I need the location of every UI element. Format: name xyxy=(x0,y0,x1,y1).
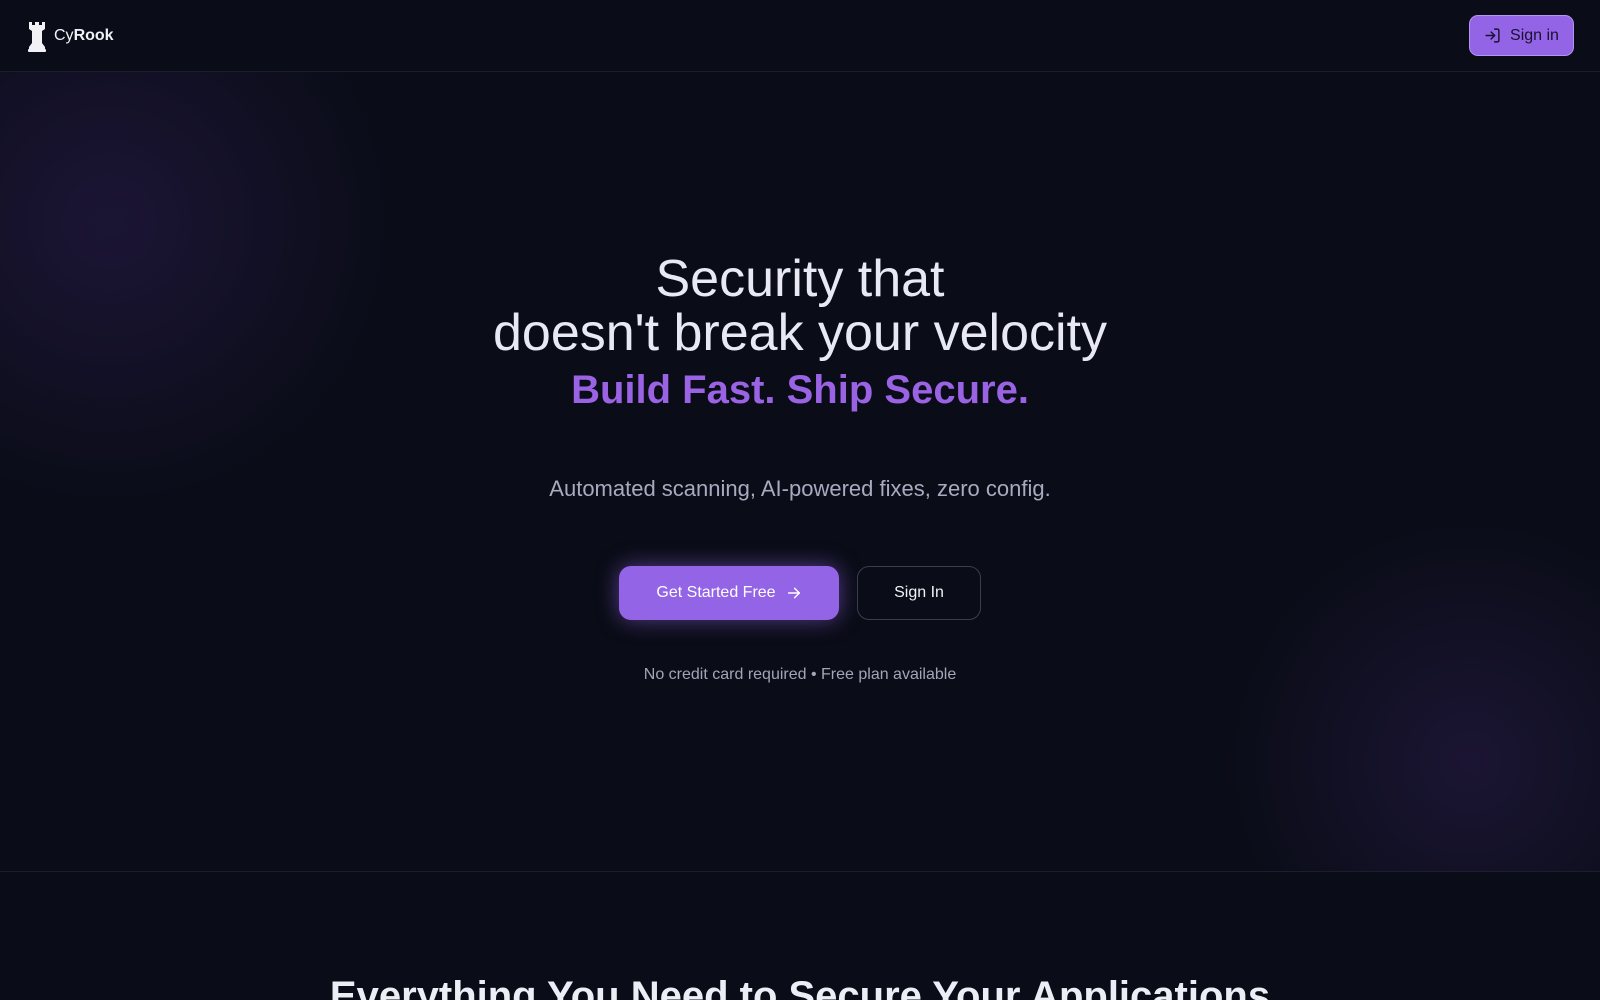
sign-in-icon xyxy=(1485,28,1500,43)
landing-page: CyRook Sign in Security that doesn't bre… xyxy=(0,0,1600,1000)
hero-tagline: Build Fast. Ship Secure. xyxy=(571,368,1029,412)
hero-note: No credit card required • Free plan avai… xyxy=(643,666,957,683)
hero-sign-in-button[interactable]: Sign In xyxy=(857,566,981,620)
hero-sign-in-label: Sign In xyxy=(894,584,944,601)
header-sign-in-label: Sign in xyxy=(1510,26,1559,44)
get-started-button[interactable]: Get Started Free xyxy=(619,566,839,620)
features-section-title: Everything You Need to Secure Your Appli… xyxy=(329,974,1271,1000)
hero-subtitle: Automated scanning, AI-powered fixes, ze… xyxy=(549,476,1051,501)
hero-cta-row: Get Started Free Sign In xyxy=(0,566,1600,620)
rook-chess-icon xyxy=(28,22,46,52)
get-started-label: Get Started Free xyxy=(656,584,776,601)
hero-title: Security that doesn't break your velocit… xyxy=(0,252,1600,360)
hero-title-line2: doesn't break your velocity xyxy=(492,304,1108,362)
brand-name: CyRook xyxy=(54,27,114,44)
hero-title-line1: Security that xyxy=(655,250,945,308)
hero-section: Security that doesn't break your velocit… xyxy=(0,72,1600,872)
top-navigation-bar: CyRook Sign in xyxy=(0,0,1600,72)
arrow-right-icon xyxy=(787,587,800,599)
header-sign-in-button[interactable]: Sign in xyxy=(1469,15,1574,56)
brand-logo-link[interactable]: CyRook xyxy=(26,18,114,54)
